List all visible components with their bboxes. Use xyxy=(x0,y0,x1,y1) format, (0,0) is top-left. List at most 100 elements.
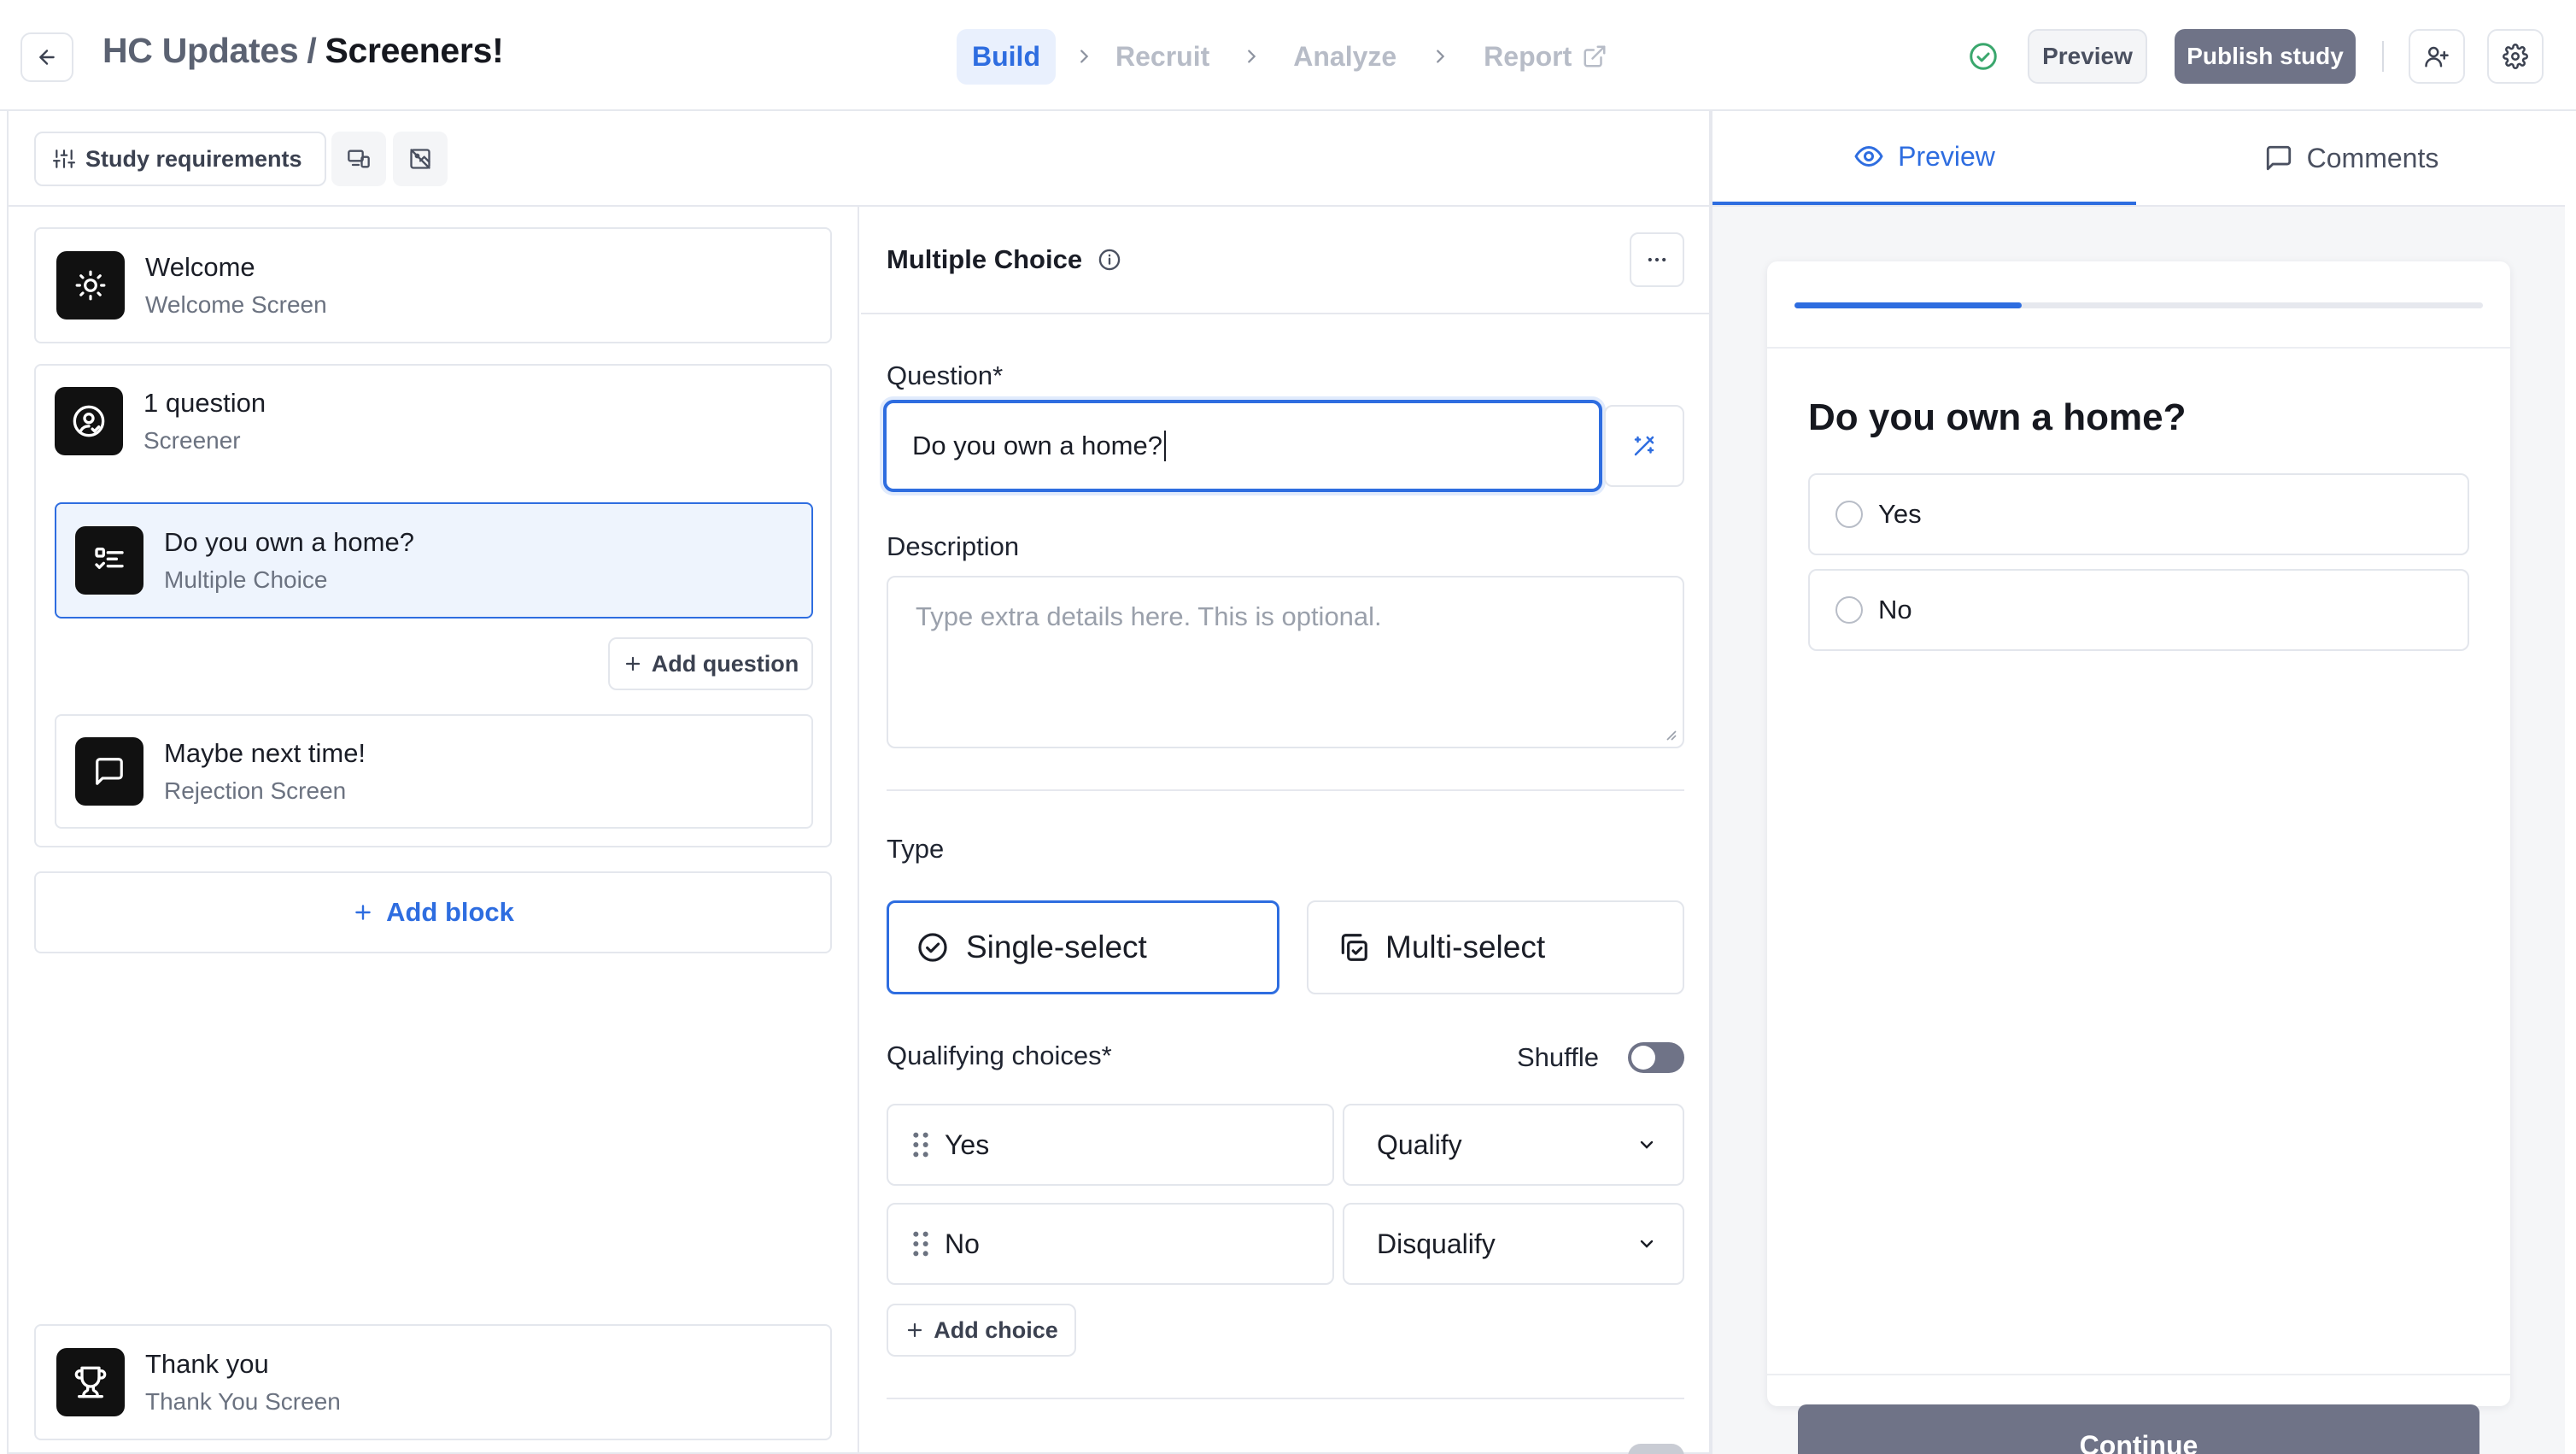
study-requirements-button[interactable]: Study requirements xyxy=(34,132,326,186)
eye-icon xyxy=(1853,141,1884,172)
choice-row[interactable]: No xyxy=(887,1203,1334,1285)
radio-button[interactable] xyxy=(1835,596,1863,624)
text-cursor xyxy=(1163,431,1166,461)
add-block-label: Add block xyxy=(386,897,514,927)
list-checks-icon xyxy=(75,526,143,595)
divider xyxy=(1767,1374,2510,1375)
block-subtitle: Welcome Screen xyxy=(145,291,327,318)
radio-button[interactable] xyxy=(1835,501,1863,528)
qualify-rule-select[interactable]: Qualify xyxy=(1343,1104,1684,1186)
more-options-button[interactable] xyxy=(1630,232,1684,287)
section-toggle[interactable] xyxy=(1628,1444,1684,1454)
settings-button[interactable] xyxy=(2487,29,2544,84)
user-check-icon xyxy=(55,387,123,455)
drag-handle-icon[interactable] xyxy=(910,1130,931,1159)
question-label: Question* xyxy=(887,361,1004,390)
tab-comments[interactable]: Comments xyxy=(2140,111,2563,205)
divider xyxy=(887,789,1684,791)
study-outline: Welcome Welcome Screen 1 question Screen… xyxy=(7,207,859,1454)
arrow-left-icon xyxy=(36,46,58,68)
description-textarea[interactable]: Type extra details here. This is optiona… xyxy=(887,576,1684,748)
message-square-icon xyxy=(2264,144,2293,173)
step-build[interactable]: Build xyxy=(957,28,1056,85)
plus-icon xyxy=(623,654,643,674)
continue-button[interactable]: Continue xyxy=(1798,1404,2479,1454)
shuffle-toggle[interactable] xyxy=(1628,1042,1684,1073)
divider xyxy=(1767,347,2510,349)
preview-option[interactable]: Yes xyxy=(1808,473,2469,555)
tab-preview[interactable]: Preview xyxy=(1712,111,2136,205)
preview-tabs: Preview Comments xyxy=(1712,111,2565,207)
block-thank-you[interactable]: Thank you Thank You Screen xyxy=(34,1324,832,1440)
back-button[interactable] xyxy=(20,32,73,82)
hide-media-button[interactable] xyxy=(393,132,448,186)
external-link-icon xyxy=(1582,44,1607,69)
preview-panel: Preview Comments Do you own a home? Yes … xyxy=(1711,111,2565,1454)
question-input[interactable]: Do you own a home? xyxy=(883,400,1602,492)
block-subtitle: Rejection Screen xyxy=(164,777,347,804)
survey-preview-card: Do you own a home? Yes No xyxy=(1767,261,2510,1406)
block-welcome[interactable]: Welcome Welcome Screen xyxy=(34,227,832,343)
add-block-button[interactable]: Add block xyxy=(34,871,832,953)
chevron-down-icon xyxy=(1636,1134,1657,1155)
qualify-rule-select[interactable]: Disqualify xyxy=(1343,1203,1684,1285)
choice-text: Yes xyxy=(945,1129,990,1160)
single-select-option[interactable]: Single-select xyxy=(887,900,1279,994)
drag-handle-icon[interactable] xyxy=(910,1229,931,1258)
block-subtitle: Thank You Screen xyxy=(145,1388,341,1415)
message-square-icon xyxy=(75,737,143,806)
invite-collaborator-button[interactable] xyxy=(2409,29,2465,84)
single-select-label: Single-select xyxy=(966,929,1147,964)
check-circle-icon xyxy=(1968,41,1999,72)
trophy-icon xyxy=(56,1348,125,1416)
question-editor: Multiple Choice Question* Do you own a h… xyxy=(861,207,1711,1454)
block-title: Welcome xyxy=(145,252,255,282)
devices-icon xyxy=(347,147,371,171)
block-screener: 1 question Screener Do you own a home? M… xyxy=(34,364,832,847)
step-nav: Build Recruit Analyze Report xyxy=(957,27,1607,85)
divider xyxy=(861,313,1711,314)
progress-track xyxy=(1794,302,2483,308)
block-rejection[interactable]: Maybe next time! Rejection Screen xyxy=(55,714,813,829)
chevron-right-icon xyxy=(1242,47,1261,66)
magic-wand-icon xyxy=(1631,433,1657,459)
multi-select-option[interactable]: Multi-select xyxy=(1307,900,1684,994)
screener-header[interactable]: 1 question Screener xyxy=(36,366,830,477)
description-placeholder: Type extra details here. This is optiona… xyxy=(916,601,1382,631)
breadcrumb-parent[interactable]: HC Updates xyxy=(102,31,299,70)
resize-handle-icon[interactable] xyxy=(1662,726,1677,742)
block-title: 1 question xyxy=(143,388,266,418)
breadcrumb-separator: / xyxy=(307,31,317,70)
sliders-icon xyxy=(53,148,75,170)
question-title: Do you own a home? xyxy=(164,527,414,557)
sun-icon xyxy=(56,251,125,320)
gear-icon xyxy=(2503,44,2528,69)
preview-option-label: No xyxy=(1878,595,1912,624)
question-item-selected[interactable]: Do you own a home? Multiple Choice xyxy=(55,502,813,619)
publish-study-button[interactable]: Publish study xyxy=(2175,29,2356,84)
study-requirements-label: Study requirements xyxy=(85,145,302,172)
editor-title: Multiple Choice xyxy=(887,244,1083,274)
info-icon[interactable] xyxy=(1098,248,1121,272)
add-question-button[interactable]: Add question xyxy=(608,637,813,690)
study-title: Screeners! xyxy=(325,31,504,70)
preview-option[interactable]: No xyxy=(1808,569,2469,651)
step-analyze[interactable]: Analyze xyxy=(1293,41,1396,73)
question-type: Multiple Choice xyxy=(164,566,328,593)
plus-icon xyxy=(905,1320,925,1340)
question-input-value: Do you own a home? xyxy=(912,431,1162,460)
choice-text: No xyxy=(945,1228,980,1259)
block-title: Maybe next time! xyxy=(164,738,366,768)
preview-question: Do you own a home? xyxy=(1808,396,2187,438)
step-report[interactable]: Report xyxy=(1484,41,1572,73)
add-choice-button[interactable]: Add choice xyxy=(887,1304,1076,1357)
choice-row[interactable]: Yes xyxy=(887,1104,1334,1186)
preview-button[interactable]: Preview xyxy=(2028,29,2147,84)
editor-heading: Multiple Choice xyxy=(887,244,1121,275)
tab-preview-label: Preview xyxy=(1898,140,1995,172)
chevron-right-icon xyxy=(1431,47,1449,66)
ai-rewrite-button[interactable] xyxy=(1604,405,1684,487)
rule-value: Disqualify xyxy=(1377,1228,1496,1259)
step-recruit[interactable]: Recruit xyxy=(1115,41,1209,73)
device-preview-button[interactable] xyxy=(331,132,386,186)
